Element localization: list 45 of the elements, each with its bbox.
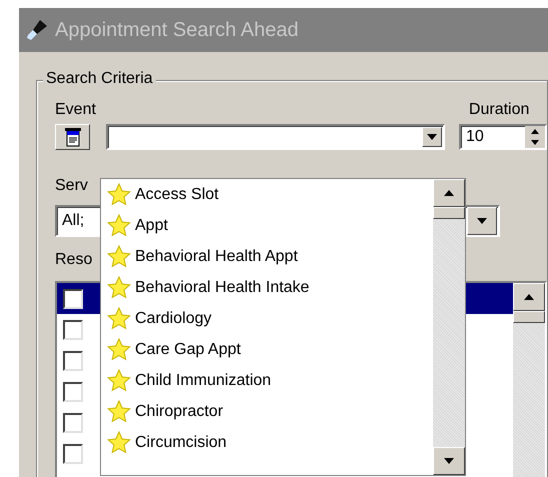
window-title: Appointment Search Ahead	[55, 18, 299, 42]
checkbox[interactable]	[63, 350, 83, 370]
scroll-bar[interactable]	[513, 283, 545, 477]
field-label: Event	[55, 101, 96, 119]
flashlight-icon	[25, 18, 49, 42]
document-icon	[64, 127, 82, 147]
list-button[interactable]	[55, 124, 90, 150]
dropdown-item[interactable]: Cardiology	[101, 303, 433, 334]
checkbox[interactable]	[63, 288, 83, 308]
star-icon	[107, 430, 131, 454]
combo-value: All;	[61, 212, 84, 230]
dropdown-item[interactable]: Care Gap Appt	[101, 334, 433, 365]
dropdown-item[interactable]: Access Slot	[101, 179, 433, 210]
dropdown-button[interactable]	[467, 207, 497, 235]
event-combo-box[interactable]	[106, 124, 446, 150]
star-icon	[107, 182, 131, 206]
star-icon	[107, 244, 131, 268]
checkbox[interactable]	[63, 444, 83, 464]
field-label: Duration	[468, 101, 530, 119]
spin-value: 10	[465, 128, 484, 146]
duration-spin-box[interactable]: 10	[459, 124, 547, 150]
caret-icon	[477, 218, 487, 224]
field-label: Reso	[55, 251, 92, 270]
checkbox[interactable]	[63, 320, 83, 340]
star-icon	[107, 214, 131, 238]
dropdown-item[interactable]: Circumcision	[101, 427, 433, 458]
star-icon	[107, 338, 131, 362]
star-icon	[107, 400, 131, 424]
field-label: Serv	[55, 177, 88, 196]
up-arrow-icon	[530, 129, 539, 134]
checkbox[interactable]	[63, 382, 83, 402]
down-arrow-icon	[530, 140, 539, 145]
caret-icon	[427, 134, 438, 140]
dropdown-item[interactable]: Behavioral Health Intake	[101, 272, 433, 303]
star-icon	[107, 306, 131, 330]
checkbox[interactable]	[63, 412, 83, 432]
dropdown-item[interactable]: Appt	[101, 210, 433, 241]
dropdown-item[interactable]: Child Immunization	[101, 365, 433, 396]
dropdown-item[interactable]: Behavioral Health Appt	[101, 241, 433, 272]
star-icon	[107, 276, 131, 300]
scroll-bar[interactable]	[433, 179, 465, 475]
spin-buttons[interactable]	[524, 126, 545, 148]
dropdown-item[interactable]: Chiropractor	[101, 396, 433, 427]
dropdown-button[interactable]	[422, 127, 442, 147]
star-icon	[107, 368, 131, 392]
